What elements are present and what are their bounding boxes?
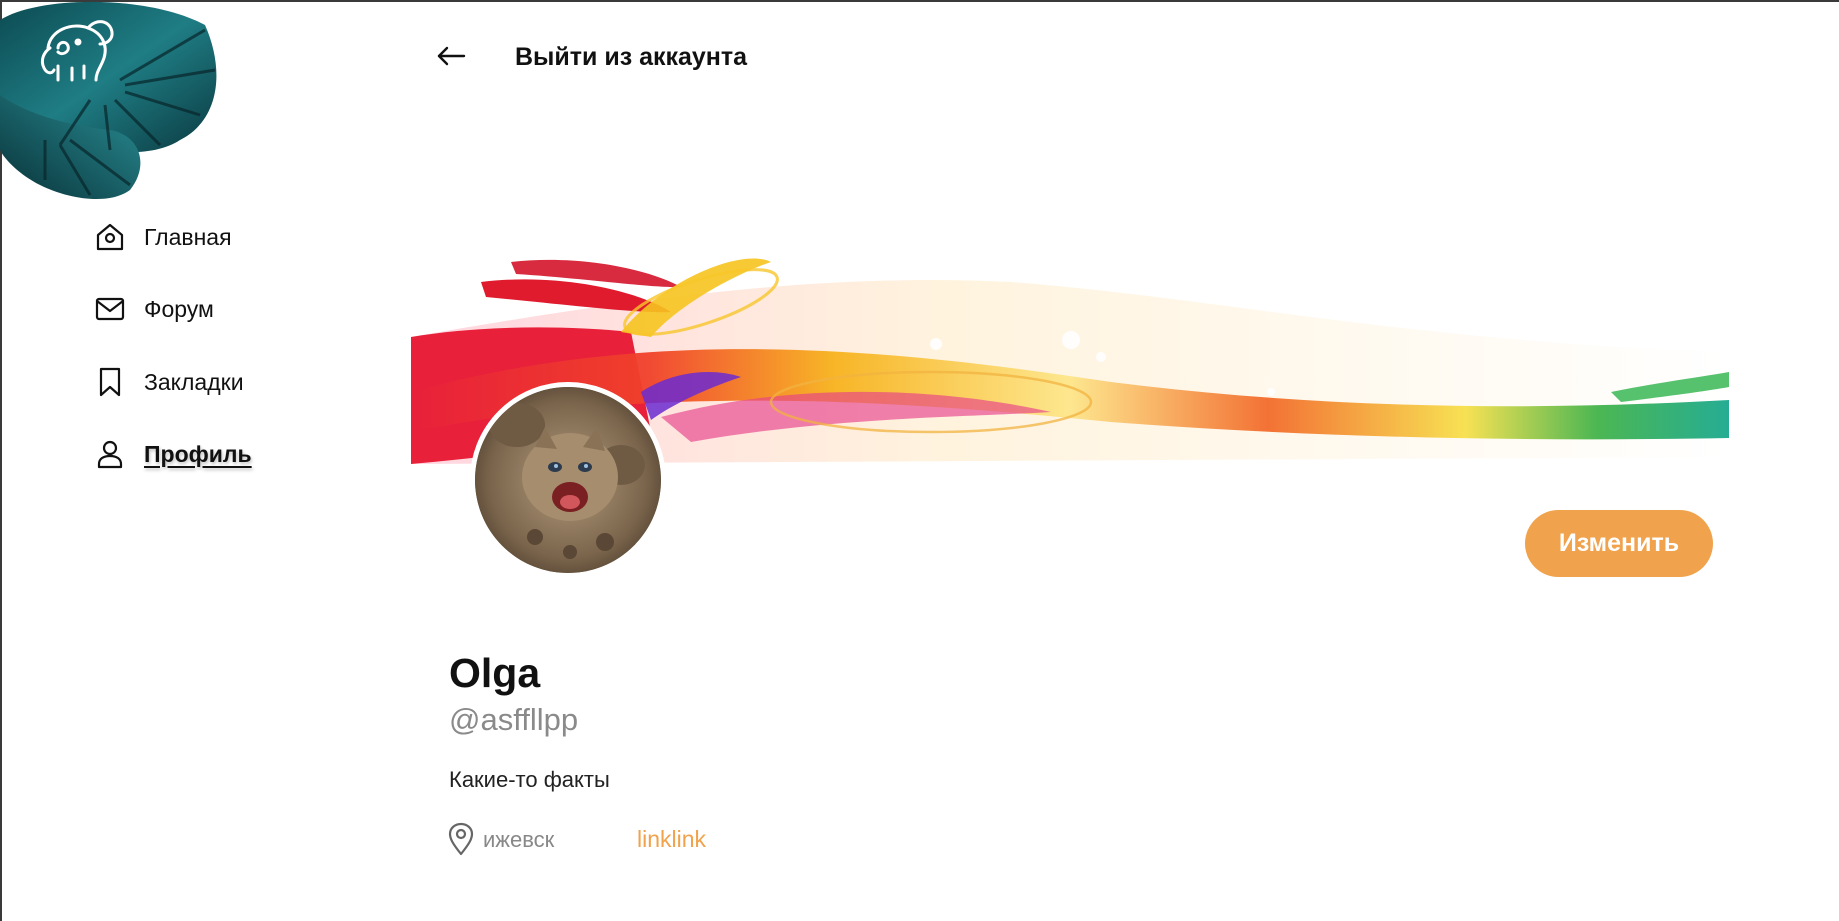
sidebar-item-profile[interactable]: Профиль bbox=[90, 432, 330, 476]
arrow-left-icon bbox=[436, 45, 466, 72]
sidebar-item-bookmarks[interactable]: Закладки bbox=[90, 360, 330, 404]
sidebar-item-home[interactable]: Главная bbox=[90, 215, 330, 259]
profile-location: ижевск bbox=[483, 827, 555, 852]
logout-title[interactable]: Выйти из аккаунта bbox=[515, 43, 747, 72]
sidebar-item-label: Профиль bbox=[144, 440, 252, 467]
back-button[interactable] bbox=[434, 40, 468, 76]
sidebar-item-label: Закладки bbox=[144, 368, 244, 395]
bookmark-icon bbox=[90, 362, 130, 402]
envelope-icon bbox=[90, 289, 130, 329]
sidebar-item-forum[interactable]: Форум bbox=[90, 287, 330, 331]
profile-bio: Какие-то факты bbox=[449, 767, 610, 792]
profile-name: Olga bbox=[449, 650, 541, 696]
avatar[interactable] bbox=[470, 382, 666, 578]
window-top-border bbox=[0, 0, 1839, 2]
profile-link[interactable]: linklink bbox=[637, 826, 706, 853]
user-icon bbox=[90, 434, 130, 474]
sidebar-item-label: Форум bbox=[144, 295, 214, 322]
profile-handle: @asffllpp bbox=[449, 702, 579, 737]
app-logo[interactable] bbox=[0, 0, 230, 205]
sidebar-item-label: Главная bbox=[144, 223, 232, 250]
edit-profile-button[interactable]: Изменить bbox=[1525, 510, 1713, 577]
map-pin-icon bbox=[447, 822, 475, 856]
house-icon bbox=[90, 217, 130, 257]
